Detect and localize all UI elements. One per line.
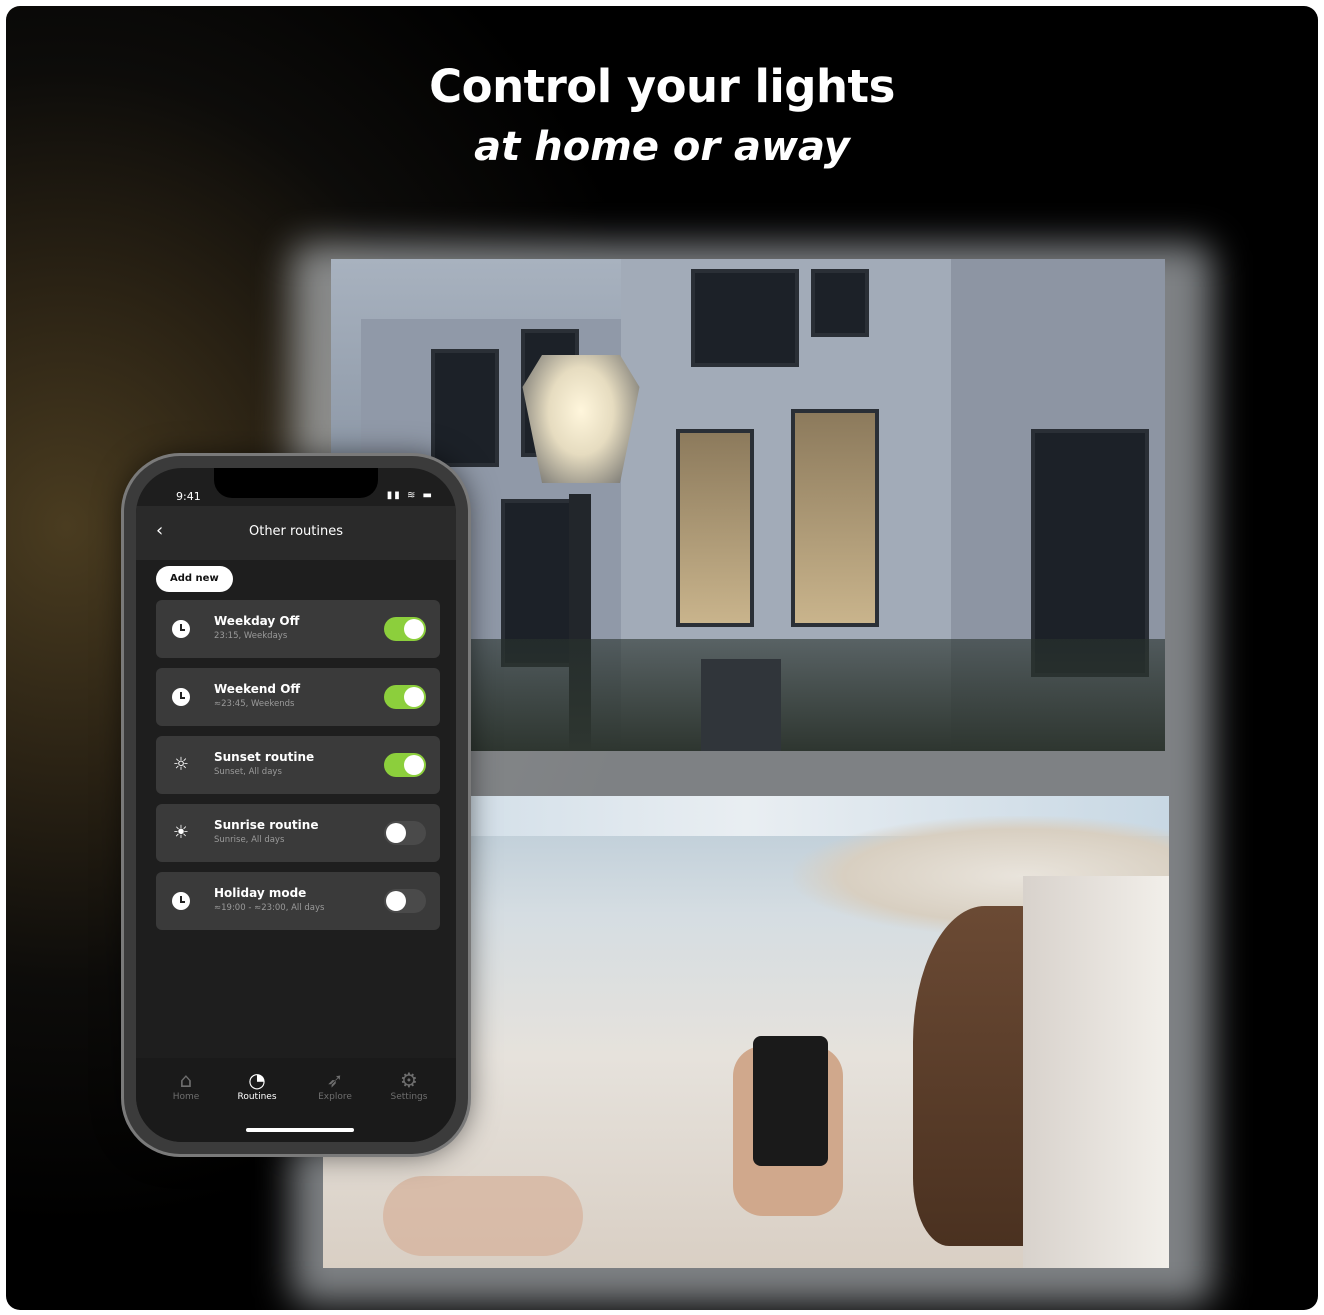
routine-item[interactable]: ☼ Sunset routine Sunset, All days [156,736,440,794]
clock-icon [170,890,192,912]
tab-settings[interactable]: ⚙ Settings [374,1068,444,1102]
routine-name: Weekend Off [214,682,301,696]
clock-icon [170,686,192,708]
status-icons: ▮▮ ≋ ▬ [386,490,434,501]
tab-bar: ⌂ Home ◔ Routines ➶ Explore ⚙ Settings [136,1058,456,1142]
tab-label: Settings [390,1092,428,1102]
routine-toggle[interactable] [384,685,426,709]
headline-subtitle: at home or away [474,124,850,170]
routine-detail: Sunset, All days [214,767,282,777]
routine-toggle[interactable] [384,617,426,641]
routine-detail: Sunrise, All days [214,835,285,845]
routine-name: Sunset routine [214,750,315,764]
tab-routines[interactable]: ◔ Routines [222,1068,292,1102]
top-bar: ‹ Other routines [136,506,456,560]
gear-icon: ⚙ [400,1068,418,1092]
routine-toggle[interactable] [384,753,426,777]
home-indicator [246,1128,354,1132]
headline-title: Control your lights [429,60,895,113]
routine-item[interactable]: Weekday Off 23:15, Weekdays [156,600,440,658]
status-time: 9:41 [176,490,201,503]
sunset-icon: ☼ [172,754,190,775]
rocket-icon: ➶ [326,1068,344,1092]
phone-notch [214,468,378,498]
add-new-button[interactable]: Add new [156,566,233,592]
sunrise-icon: ☀ [172,822,190,843]
promo-banner: Control your lights at home or away 9:41… [6,6,1318,1310]
routine-name: Weekday Off [214,614,300,628]
routine-detail: ≈23:45, Weekends [214,699,295,709]
screen-title: Other routines [248,524,343,539]
phone-mockup: 9:41 ▮▮ ≋ ▬ ‹ Other routines Add new Wee… [124,456,468,1154]
routine-detail: ≈19:00 - ≈23:00, All days [214,903,325,913]
routine-detail: 23:15, Weekdays [214,631,288,641]
tab-label: Explore [318,1092,352,1102]
routine-toggle[interactable] [384,821,426,845]
tab-explore[interactable]: ➶ Explore [300,1068,370,1102]
clock-icon [170,618,192,640]
tab-label: Routines [237,1092,277,1102]
routine-item[interactable]: Holiday mode ≈19:00 - ≈23:00, All days [156,872,440,930]
routine-toggle[interactable] [384,889,426,913]
routine-name: Sunrise routine [214,818,319,832]
phone-screen: 9:41 ▮▮ ≋ ▬ ‹ Other routines Add new Wee… [136,468,456,1142]
clock-icon: ◔ [248,1068,266,1092]
routine-item[interactable]: Weekend Off ≈23:45, Weekends [156,668,440,726]
tab-label: Home [172,1092,200,1102]
routine-name: Holiday mode [214,886,307,900]
home-icon: ⌂ [179,1068,193,1092]
tab-home[interactable]: ⌂ Home [151,1068,221,1102]
routine-item[interactable]: ☀ Sunrise routine Sunrise, All days [156,804,440,862]
